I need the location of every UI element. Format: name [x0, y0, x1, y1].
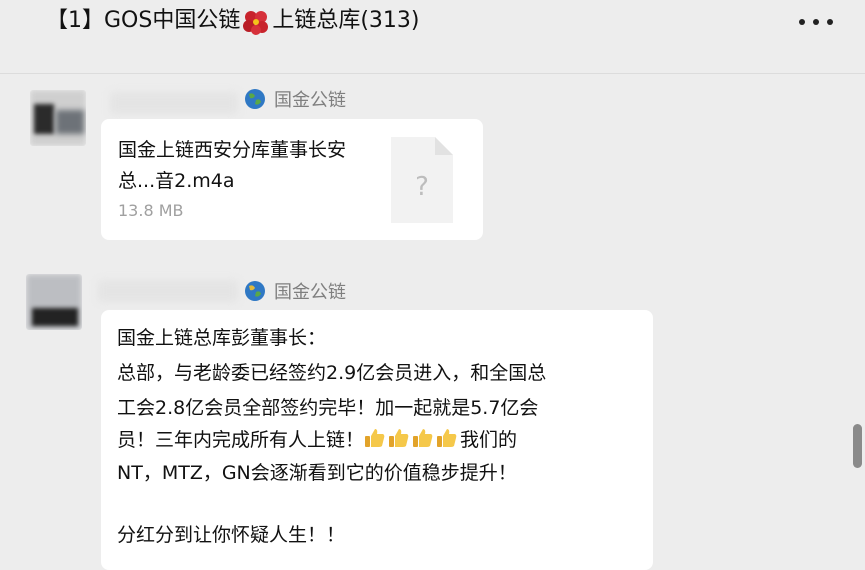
- message-line: 总部，与老龄委已经签约2.9亿会员进入，和全国总: [117, 362, 547, 384]
- globe-icon: [245, 89, 265, 109]
- chat-title-suffix: 上链总库(313): [272, 8, 420, 33]
- message-text: 员！三年内完成所有人上链！: [117, 429, 365, 451]
- more-dot-icon: [799, 19, 805, 25]
- unknown-file-icon: ?: [391, 137, 453, 223]
- globe-icon: [245, 281, 265, 301]
- blurred-sender-alias: [98, 280, 238, 302]
- file-message-bubble[interactable]: 国金上链西安分库董事长安总...音2.m4a 13.8 MB ?: [101, 119, 483, 240]
- message-text: 我们的: [460, 429, 518, 451]
- sender-name: 国金公链: [244, 278, 346, 304]
- chat-title: 【1】GOS中国公链 上链总库(313): [46, 4, 420, 38]
- file-name: 国金上链西安分库董事长安总...音2.m4a: [118, 139, 347, 192]
- more-dot-icon: [827, 19, 833, 25]
- avatar[interactable]: [26, 274, 82, 330]
- message-line: 国金上链总库彭董事长：: [117, 327, 327, 349]
- sender-name: 国金公链: [244, 86, 346, 112]
- chat-header: 【1】GOS中国公链 上链总库(313): [0, 0, 865, 74]
- file-size: 13.8 MB: [118, 201, 184, 220]
- message-line: NT，MTZ，GN会逐渐看到它的价值稳步提升！: [117, 462, 517, 484]
- text-message-bubble[interactable]: 国金上链总库彭董事长： 总部，与老龄委已经签约2.9亿会员进入，和全国总 工会2…: [101, 310, 653, 570]
- scrollbar-thumb[interactable]: [853, 424, 862, 468]
- svg-text:?: ?: [415, 172, 429, 202]
- more-options-button[interactable]: [799, 16, 833, 28]
- chat-title-prefix: 【1】GOS中国公链: [46, 8, 241, 33]
- thumbs-up-icon: [365, 429, 385, 447]
- avatar[interactable]: [30, 90, 86, 146]
- message-line: 工会2.8亿会员全部签约完毕！加一起就是5.7亿会: [117, 397, 539, 419]
- hibiscus-icon: [243, 11, 269, 35]
- thumbs-up-icon: [437, 429, 457, 447]
- thumbs-up-icon: [413, 429, 433, 447]
- blurred-sender-alias: [110, 92, 238, 114]
- message-line: 分红分到让你怀疑人生！！: [117, 524, 346, 546]
- thumbs-up-icon: [389, 429, 409, 447]
- message-line-with-emoji: 员！三年内完成所有人上链！ 我们的: [117, 426, 517, 454]
- more-dot-icon: [813, 19, 819, 25]
